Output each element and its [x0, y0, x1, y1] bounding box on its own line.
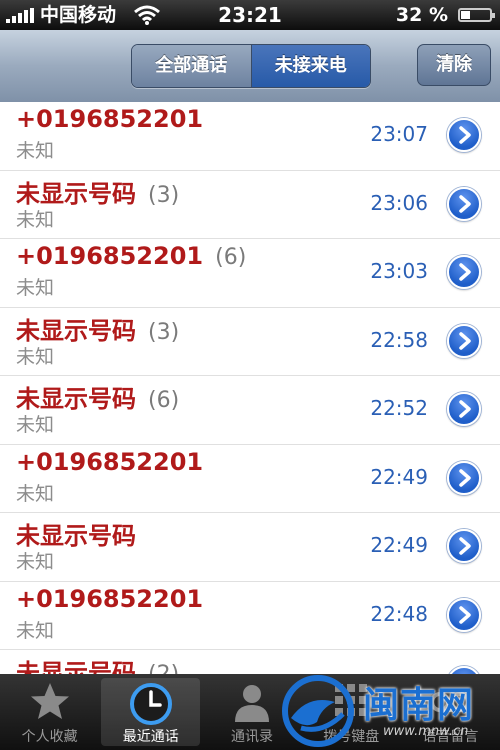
caller-line: +0196852201 [16, 105, 203, 133]
tab-recents-label: 最近通话 [122, 729, 179, 745]
call-row[interactable]: 未显示号码 (2) [0, 650, 500, 674]
clock-icon [129, 683, 172, 725]
chevron-right-icon [459, 263, 471, 281]
call-row[interactable]: 未显示号码 未知 22:49 [0, 513, 500, 582]
caller-name: 未显示号码 [16, 522, 136, 550]
caller-location-label: 未知 [16, 345, 55, 368]
caller-line: 未显示号码 (3) [16, 174, 179, 209]
caller-location-label: 未知 [16, 140, 55, 162]
call-time: 23:06 [370, 190, 428, 215]
caller-line: 未显示号码 [16, 516, 136, 551]
battery-percentage: 32 % [395, 4, 448, 26]
contacts-icon [235, 685, 269, 722]
tab-keypad-label: 拨号键盘 [323, 729, 380, 745]
tab-recents[interactable]: 最近通话 [101, 678, 201, 746]
tab-bar: 个人收藏 最近通话 通讯录 拨号键盘 语音留言 [0, 674, 500, 750]
star-icon [30, 683, 69, 719]
caller-name: +0196852201 [16, 584, 204, 613]
chevron-right-icon [459, 194, 471, 213]
chevron-right-icon [459, 537, 471, 555]
caller-name: +0196852201 [16, 242, 204, 270]
caller-line: 未显示号码 (6) [16, 379, 179, 414]
navigation-bar: 全部通话 未接来电 清除 [0, 30, 500, 103]
voicemail-icon [430, 692, 471, 712]
caller-location-label: 未知 [16, 277, 55, 299]
call-time: 22:58 [370, 327, 428, 352]
tab-contacts[interactable]: 通讯录 [202, 674, 301, 750]
call-time: 22:49 [370, 533, 428, 557]
segment-all-calls[interactable]: 全部通话 [132, 45, 252, 87]
chevron-right-icon [459, 331, 471, 350]
recent-calls-list: +0196852201 未知 23:07 未显示号码 (3) 未知 23:06 +019685… [0, 102, 500, 674]
caller-name: 未显示号码 [16, 385, 136, 413]
tab-favorites-label: 个人收藏 [21, 729, 78, 745]
caller-line: +0196852201 [16, 585, 203, 613]
chevron-right-icon [459, 400, 471, 418]
detail-disclosure-button[interactable] [447, 255, 481, 289]
tab-keypad[interactable]: 拨号键盘 [302, 674, 401, 750]
chevron-right-icon [459, 468, 471, 487]
call-row[interactable]: 未显示号码 (6) 未知 22:52 [0, 376, 500, 445]
call-row[interactable]: +0196852201 (6) 未知 23:03 [0, 239, 500, 308]
call-time: 22:49 [370, 464, 428, 489]
caller-name: +0196852201 [16, 447, 204, 476]
call-count: (6) [215, 245, 247, 270]
caller-location-label: 未知 [16, 414, 55, 436]
detail-disclosure-button[interactable] [447, 529, 481, 563]
detail-disclosure-button[interactable] [447, 597, 481, 632]
call-count: (2) [148, 662, 179, 674]
call-row[interactable]: +0196852201 未知 22:49 [0, 445, 500, 513]
detail-disclosure-button[interactable] [447, 666, 481, 674]
detail-disclosure-button[interactable] [447, 460, 481, 495]
call-count: (6) [148, 388, 180, 413]
detail-disclosure-button[interactable] [447, 323, 481, 358]
caller-name: 未显示号码 [16, 179, 136, 208]
clear-button[interactable]: 清除 [417, 44, 491, 86]
caller-line: +0196852201 [16, 448, 203, 476]
tab-contacts-label: 通讯录 [231, 729, 273, 745]
call-time: 23:07 [370, 122, 428, 146]
detail-disclosure-button[interactable] [447, 186, 481, 221]
caller-name: +0196852201 [16, 105, 204, 133]
tab-favorites[interactable]: 个人收藏 [0, 674, 99, 750]
caller-location-label: 未知 [16, 619, 55, 642]
tab-voicemail-label: 语音留言 [422, 729, 479, 745]
call-count: (3) [148, 319, 180, 345]
call-row[interactable]: 未显示号码 (3) 未知 22:58 [0, 308, 500, 376]
caller-line: 未显示号码 (3) [16, 311, 179, 346]
caller-line: +0196852201 (6) [16, 242, 246, 270]
call-time: 23:03 [370, 259, 428, 283]
caller-name: 未显示号码 [16, 659, 136, 674]
chevron-right-icon [459, 126, 471, 144]
detail-disclosure-button[interactable] [447, 118, 481, 152]
call-count: (3) [148, 182, 180, 208]
caller-location-label: 未知 [16, 482, 55, 505]
status-bar: 中国移动 23:21 32 % [0, 0, 500, 30]
caller-name: 未显示号码 [16, 316, 136, 345]
call-time: 22:52 [370, 396, 428, 420]
caller-location-label: 未知 [16, 208, 55, 231]
tab-voicemail[interactable]: 语音留言 [401, 674, 500, 750]
caller-line: 未显示号码 (2) [16, 653, 179, 674]
call-filter-segmented-control: 全部通话 未接来电 [131, 44, 371, 88]
call-row[interactable]: +0196852201 未知 22:48 [0, 582, 500, 650]
chevron-right-icon [459, 605, 471, 624]
segment-missed-calls[interactable]: 未接来电 [251, 45, 370, 87]
detail-disclosure-button[interactable] [447, 392, 481, 426]
battery-icon [458, 8, 495, 22]
keypad-icon [335, 684, 368, 716]
call-time: 22:48 [370, 601, 428, 626]
caller-location-label: 未知 [16, 551, 55, 573]
call-row[interactable]: 未显示号码 (3) 未知 23:06 [0, 171, 500, 239]
call-row[interactable]: +0196852201 未知 23:07 [0, 102, 500, 171]
